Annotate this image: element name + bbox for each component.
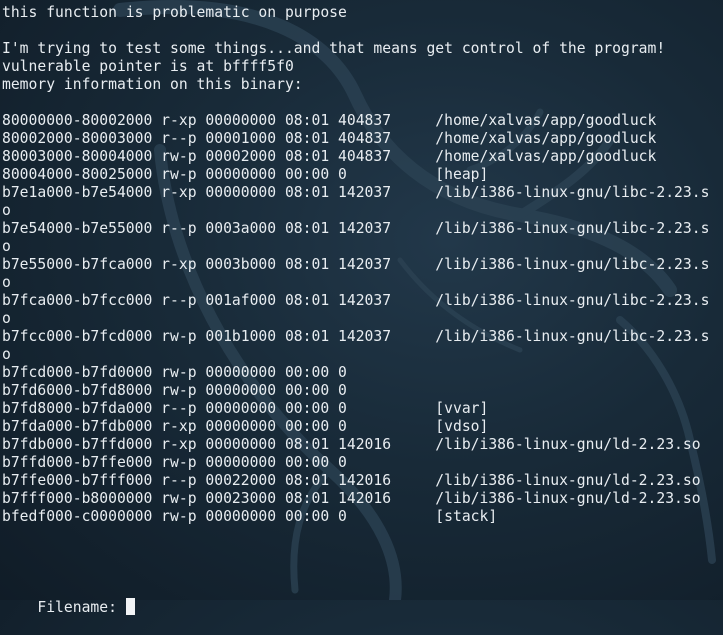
memory-map-line: b7ffd000-b7ffe000 rw-p 00000000 00:00 0	[2, 454, 347, 471]
memory-map-line: 80000000-80002000 r-xp 00000000 08:01 40…	[2, 112, 657, 129]
memory-map-line: bfedf000-c0000000 rw-p 00000000 00:00 0 …	[2, 508, 498, 525]
output-line: this function is problematic on purpose	[2, 4, 347, 21]
output-line: vulnerable pointer is at bffff5f0	[2, 58, 294, 75]
filename-prompt-label: Filename:	[37, 599, 126, 616]
memory-map-line: 80002000-80003000 r--p 00001000 08:01 40…	[2, 130, 657, 147]
memory-map-line: b7fda000-b7fdb000 r-xp 00000000 00:00 0 …	[2, 418, 489, 435]
output-line: I'm trying to test some things...and tha…	[2, 40, 666, 57]
terminal-output: this function is problematic on purpose …	[2, 4, 723, 616]
memory-map-line: o	[2, 202, 11, 219]
memory-map-line: o	[2, 346, 11, 363]
memory-map-line: o	[2, 238, 11, 255]
memory-map-line: 80004000-80025000 rw-p 00000000 00:00 0 …	[2, 166, 489, 183]
memory-map-line: b7fd6000-b7fd8000 rw-p 00000000 00:00 0	[2, 382, 347, 399]
memory-map-line: b7fff000-b8000000 rw-p 00023000 08:01 14…	[2, 490, 701, 507]
memory-map-line: b7fdb000-b7ffd000 r-xp 00000000 08:01 14…	[2, 436, 701, 453]
memory-map-line: o	[2, 274, 11, 291]
memory-map-line: b7ffe000-b7fff000 r--p 00022000 08:01 14…	[2, 472, 701, 489]
memory-map-line: b7fcc000-b7fcd000 rw-p 001b1000 08:01 14…	[2, 328, 710, 345]
text-cursor	[125, 598, 135, 615]
memory-map-line: b7fcd000-b7fd0000 rw-p 00000000 00:00 0	[2, 364, 347, 381]
memory-map-line: b7e55000-b7fca000 r-xp 0003b000 08:01 14…	[2, 256, 710, 273]
memory-map-line: o	[2, 310, 11, 327]
filename-prompt[interactable]: Filename:	[2, 580, 135, 616]
memory-map-line: b7e1a000-b7e54000 r-xp 00000000 08:01 14…	[2, 184, 710, 201]
output-line: memory information on this binary:	[2, 76, 303, 93]
memory-map-line: b7fca000-b7fcc000 r--p 001af000 08:01 14…	[2, 292, 710, 309]
memory-map-line: b7fd8000-b7fda000 r--p 00000000 00:00 0 …	[2, 400, 489, 417]
memory-map-line: b7e54000-b7e55000 r--p 0003a000 08:01 14…	[2, 220, 710, 237]
memory-map-line: 80003000-80004000 rw-p 00002000 08:01 40…	[2, 148, 657, 165]
